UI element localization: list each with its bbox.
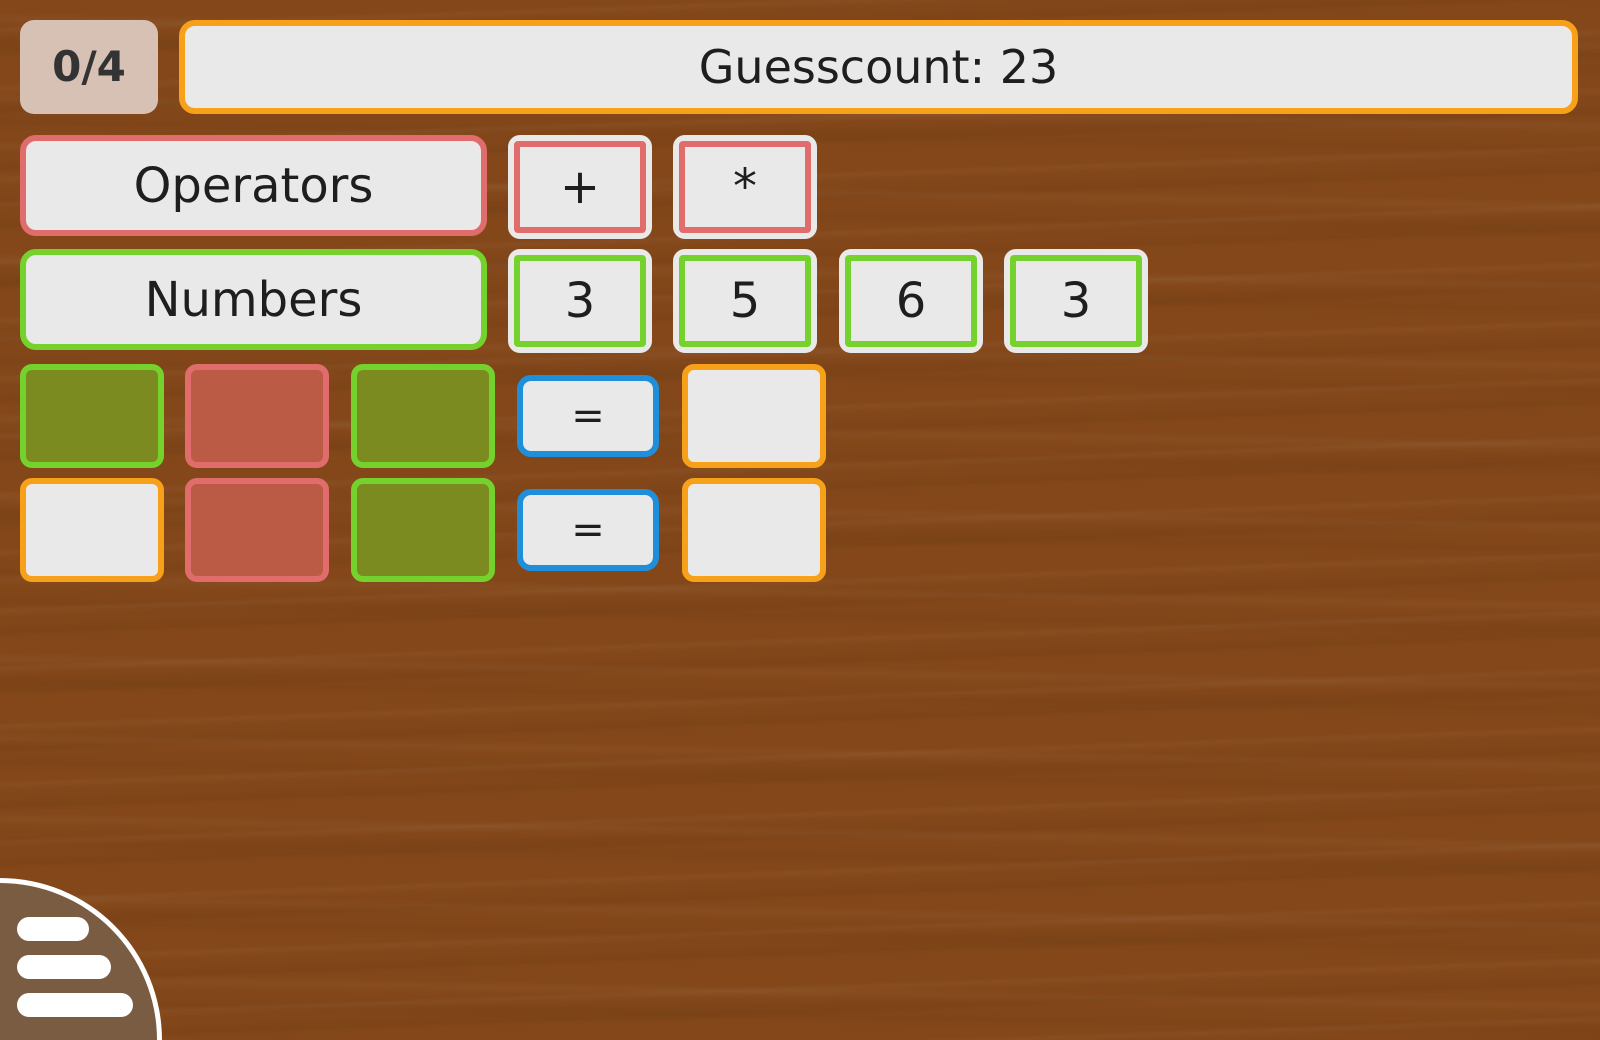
hamburger-menu-icon — [17, 993, 133, 1017]
equation-2-equals-sign: = — [517, 489, 659, 571]
operator-tile-multiply[interactable]: * — [673, 135, 817, 239]
equation-2-slot-3[interactable] — [351, 478, 495, 582]
equation-1-slot-3[interactable] — [351, 364, 495, 468]
number-tile-3[interactable]: 6 — [839, 249, 983, 353]
number-tile-4[interactable]: 3 — [1004, 249, 1148, 353]
equation-2-slot-2[interactable] — [185, 478, 329, 582]
equation-1-equals-sign: = — [517, 375, 659, 457]
number-tile-label: 3 — [1010, 255, 1142, 347]
equation-2-slot-1[interactable] — [20, 478, 164, 582]
hamburger-menu-icon — [17, 955, 111, 979]
operator-tile-plus[interactable]: + — [508, 135, 652, 239]
numbers-label: Numbers — [20, 249, 487, 350]
menu-button[interactable] — [0, 878, 162, 1040]
hamburger-menu-icon — [17, 917, 89, 941]
operator-tile-label: + — [514, 141, 646, 233]
equation-1-slot-1[interactable] — [20, 364, 164, 468]
guesscount-display: Guesscount: 23 — [179, 20, 1578, 114]
number-tile-1[interactable]: 3 — [508, 249, 652, 353]
equation-1-slot-2[interactable] — [185, 364, 329, 468]
operators-label: Operators — [20, 135, 487, 236]
number-tile-label: 3 — [514, 255, 646, 347]
number-tile-2[interactable]: 5 — [673, 249, 817, 353]
number-tile-label: 6 — [845, 255, 977, 347]
score-counter: 0/4 — [20, 20, 158, 114]
equation-2-result — [682, 478, 826, 582]
operator-tile-label: * — [679, 141, 811, 233]
number-tile-label: 5 — [679, 255, 811, 347]
equation-1-result — [682, 364, 826, 468]
